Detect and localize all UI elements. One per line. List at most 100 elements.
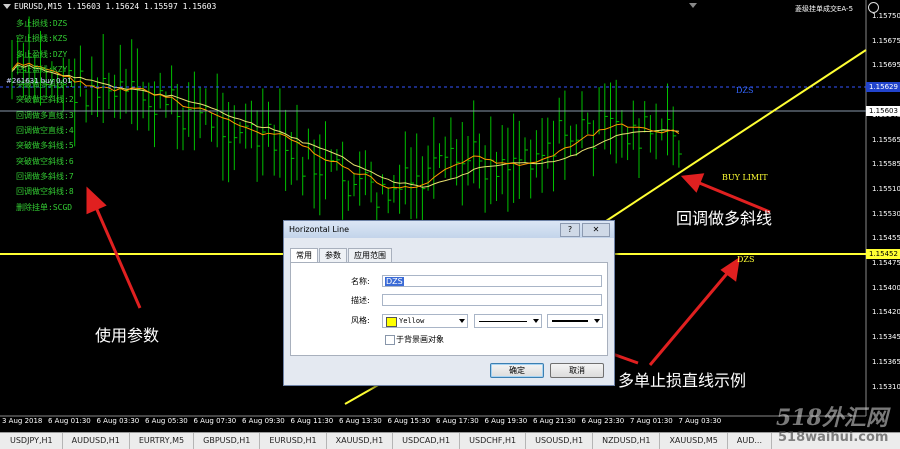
param-item: 突破做空斜线:2 [16, 95, 74, 105]
small-trendline [344, 383, 381, 405]
time-axis-label: 6 Aug 19:30 [484, 417, 528, 425]
price-axis-label: 1.15675 [872, 36, 900, 45]
price-axis-label: 1.15475 [872, 259, 900, 267]
price-axis-label: 1.15365 [872, 357, 900, 366]
moving-average-fast [11, 62, 680, 189]
line-style-select[interactable] [474, 314, 542, 328]
style-label: 风格: [351, 316, 370, 325]
price-axis-label: 1.15345 [872, 333, 900, 342]
watermark-logo: 518外汇网 [776, 405, 888, 431]
name-input[interactable]: DZS [382, 275, 602, 287]
buy-limit-label: BUY LIMIT [722, 173, 768, 182]
dialog-titlebar[interactable]: Horizontal Line ? ✕ [284, 221, 614, 238]
param-item: 多止盈线:DZY [16, 49, 68, 59]
symbol-tab[interactable]: USDJPY,H1 [0, 433, 63, 449]
name-label: 名称: [351, 277, 370, 286]
annotation-pullback-long: 回调做多斜线 [676, 209, 773, 228]
annotation-use-params: 使用参数 [95, 326, 160, 345]
time-axis-label: 6 Aug 13:30 [339, 417, 382, 425]
price-axis-label: 1.15530 [872, 209, 900, 218]
param-item: 突破做多斜线:5 [16, 141, 74, 151]
tab-visualization[interactable]: 应用范围 [348, 248, 392, 262]
moving-average-slow [11, 64, 679, 188]
background-checkbox[interactable] [385, 335, 395, 345]
ok-button[interactable]: 确定 [490, 363, 544, 378]
color-value: Yellow [399, 317, 425, 325]
param-item: 删除挂单:SCGD [16, 202, 73, 212]
arrow-dzs-tag [648, 256, 741, 366]
dzs-yellow-label: DZS [737, 255, 755, 264]
horizontal-line-dialog: Horizontal Line ? ✕ 常用 参数 应用范围 名称: DZS 描… [283, 220, 615, 386]
line-style-sample [479, 321, 527, 322]
param-item: 回调做空直线:4 [16, 126, 74, 136]
price-axis-label: 1.15420 [872, 308, 900, 317]
color-select[interactable]: Yellow [382, 314, 468, 328]
symbol-tab[interactable]: EURTRY,M5 [130, 433, 195, 449]
price-axis-label: 1.15510 [872, 184, 900, 193]
dialog-tabs: 常用 参数 应用范围 [290, 248, 393, 263]
price-tag-current: 1.15603 [866, 106, 900, 116]
symbol-tab[interactable]: XAUUSD,H1 [327, 433, 394, 449]
description-label: 描述: [351, 296, 370, 305]
chart-header: EURUSD,M15 1.15603 1.15624 1.15597 1.156… [14, 2, 217, 11]
price-axis-label: 1.15455 [872, 234, 900, 243]
param-item: 回调做多斜线:7 [16, 171, 74, 181]
symbol-tab[interactable]: NZDUSD,H1 [593, 433, 661, 449]
symbol-tab[interactable]: XAUUSD,M5 [660, 433, 728, 449]
arrow-use-params [86, 186, 142, 309]
watermark-url: 518waihui.com [778, 430, 889, 445]
symbol-tab[interactable]: AUDUSD,H1 [63, 433, 130, 449]
symbol-tabs-bar: USDJPY,H1 AUDUSD,H1 EURTRY,M5 GBPUSD,H1 EURU… [0, 432, 900, 449]
time-axis-label: 7 Aug 01:30 [630, 417, 673, 425]
symbol-tab[interactable]: USDCAD,H1 [393, 433, 461, 449]
param-item: 突破做空斜线:6 [16, 156, 74, 166]
time-axis-label: 6 Aug 07:30 [193, 417, 237, 425]
price-tag-yellow: 1.15452 [866, 249, 900, 259]
help-button[interactable]: ? [560, 223, 580, 237]
tab-common[interactable]: 常用 [290, 248, 318, 263]
description-input[interactable] [382, 294, 602, 306]
time-axis-label: 6 Aug 23:30 [581, 417, 625, 425]
chevron-down-icon [594, 319, 600, 323]
price-axis-label: 1.15695 [872, 61, 900, 70]
symbol-tab[interactable]: AUD... [728, 433, 773, 449]
time-axis-label: 6 Aug 17:30 [436, 417, 479, 425]
line-width-sample [552, 320, 588, 322]
param-item: 空止损线:KZS [16, 34, 68, 44]
time-axis-label: 6 Aug 05:30 [145, 417, 188, 425]
close-button[interactable]: ✕ [582, 223, 610, 237]
param-item: 回调做空斜线:8 [16, 187, 74, 197]
symbol-tab[interactable]: EURUSD,H1 [260, 433, 327, 449]
dialog-panel: 名称: DZS 描述: 风格: Yellow 于背景画对象 [290, 262, 608, 356]
param-item: 多止损线:DZS [16, 19, 68, 28]
order-label: #261631 buy 0.01 [6, 77, 72, 85]
name-value: DZS [385, 277, 404, 286]
time-axis-label: 6 Aug 15:30 [387, 417, 431, 425]
one-click-toggle-icon[interactable] [689, 3, 697, 8]
symbol-tab[interactable]: GBPUSD,H1 [194, 433, 261, 449]
time-axis-label: 6 Aug 21:30 [533, 417, 576, 425]
symbol-tab[interactable]: USOUSD,H1 [526, 433, 594, 449]
trendline-pullback-long [599, 49, 867, 226]
price-axis-label: 1.15585 [872, 160, 900, 169]
color-swatch [386, 317, 397, 327]
time-axis-label: 6 Aug 11:30 [290, 417, 334, 425]
time-axis-label: 6 Aug 03:30 [96, 417, 140, 425]
dzs-blue-label: DZS [736, 86, 754, 95]
chevron-down-icon [533, 319, 539, 323]
line-width-select[interactable] [547, 314, 603, 328]
background-checkbox-label: 于背景画对象 [396, 335, 444, 344]
symbol-tab[interactable]: USDCHF,H1 [460, 433, 527, 449]
price-axis-label: 1.15750 [872, 12, 900, 20]
annotation-multi-stop: 多单止损直线示例 [618, 371, 747, 390]
price-axis-label: 1.15565 [872, 135, 900, 144]
dialog-title: Horizontal Line [289, 225, 350, 234]
chart-menu-icon[interactable] [3, 4, 11, 9]
time-axis-label: 7 Aug 03:30 [678, 417, 722, 425]
cancel-button[interactable]: 取消 [550, 363, 604, 378]
chevron-down-icon [459, 319, 465, 323]
tab-parameters[interactable]: 参数 [319, 248, 347, 262]
price-axis-label: 1.15310 [872, 382, 900, 391]
time-axis-label: 3 Aug 2018 [2, 417, 43, 425]
parameter-list: 多止损线:DZS 空止损线:KZS 多止盈线:DZY 空止盈线:KZY 突破做多斜线:1… [16, 16, 74, 215]
